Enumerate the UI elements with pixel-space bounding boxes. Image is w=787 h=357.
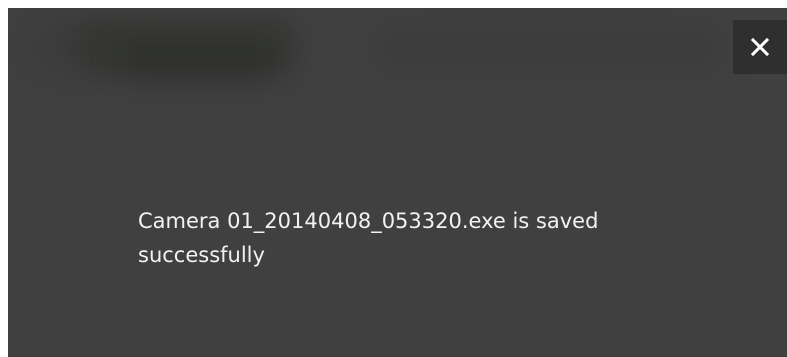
status-message: Camera 01_20140408_053320.exe is saved s… bbox=[138, 209, 599, 267]
background-blur bbox=[118, 48, 278, 74]
background-blur bbox=[368, 18, 728, 76]
save-notification-dialog: Camera 01_20140408_053320.exe is saved s… bbox=[8, 8, 787, 357]
close-button[interactable] bbox=[733, 20, 787, 74]
close-icon bbox=[750, 37, 770, 57]
